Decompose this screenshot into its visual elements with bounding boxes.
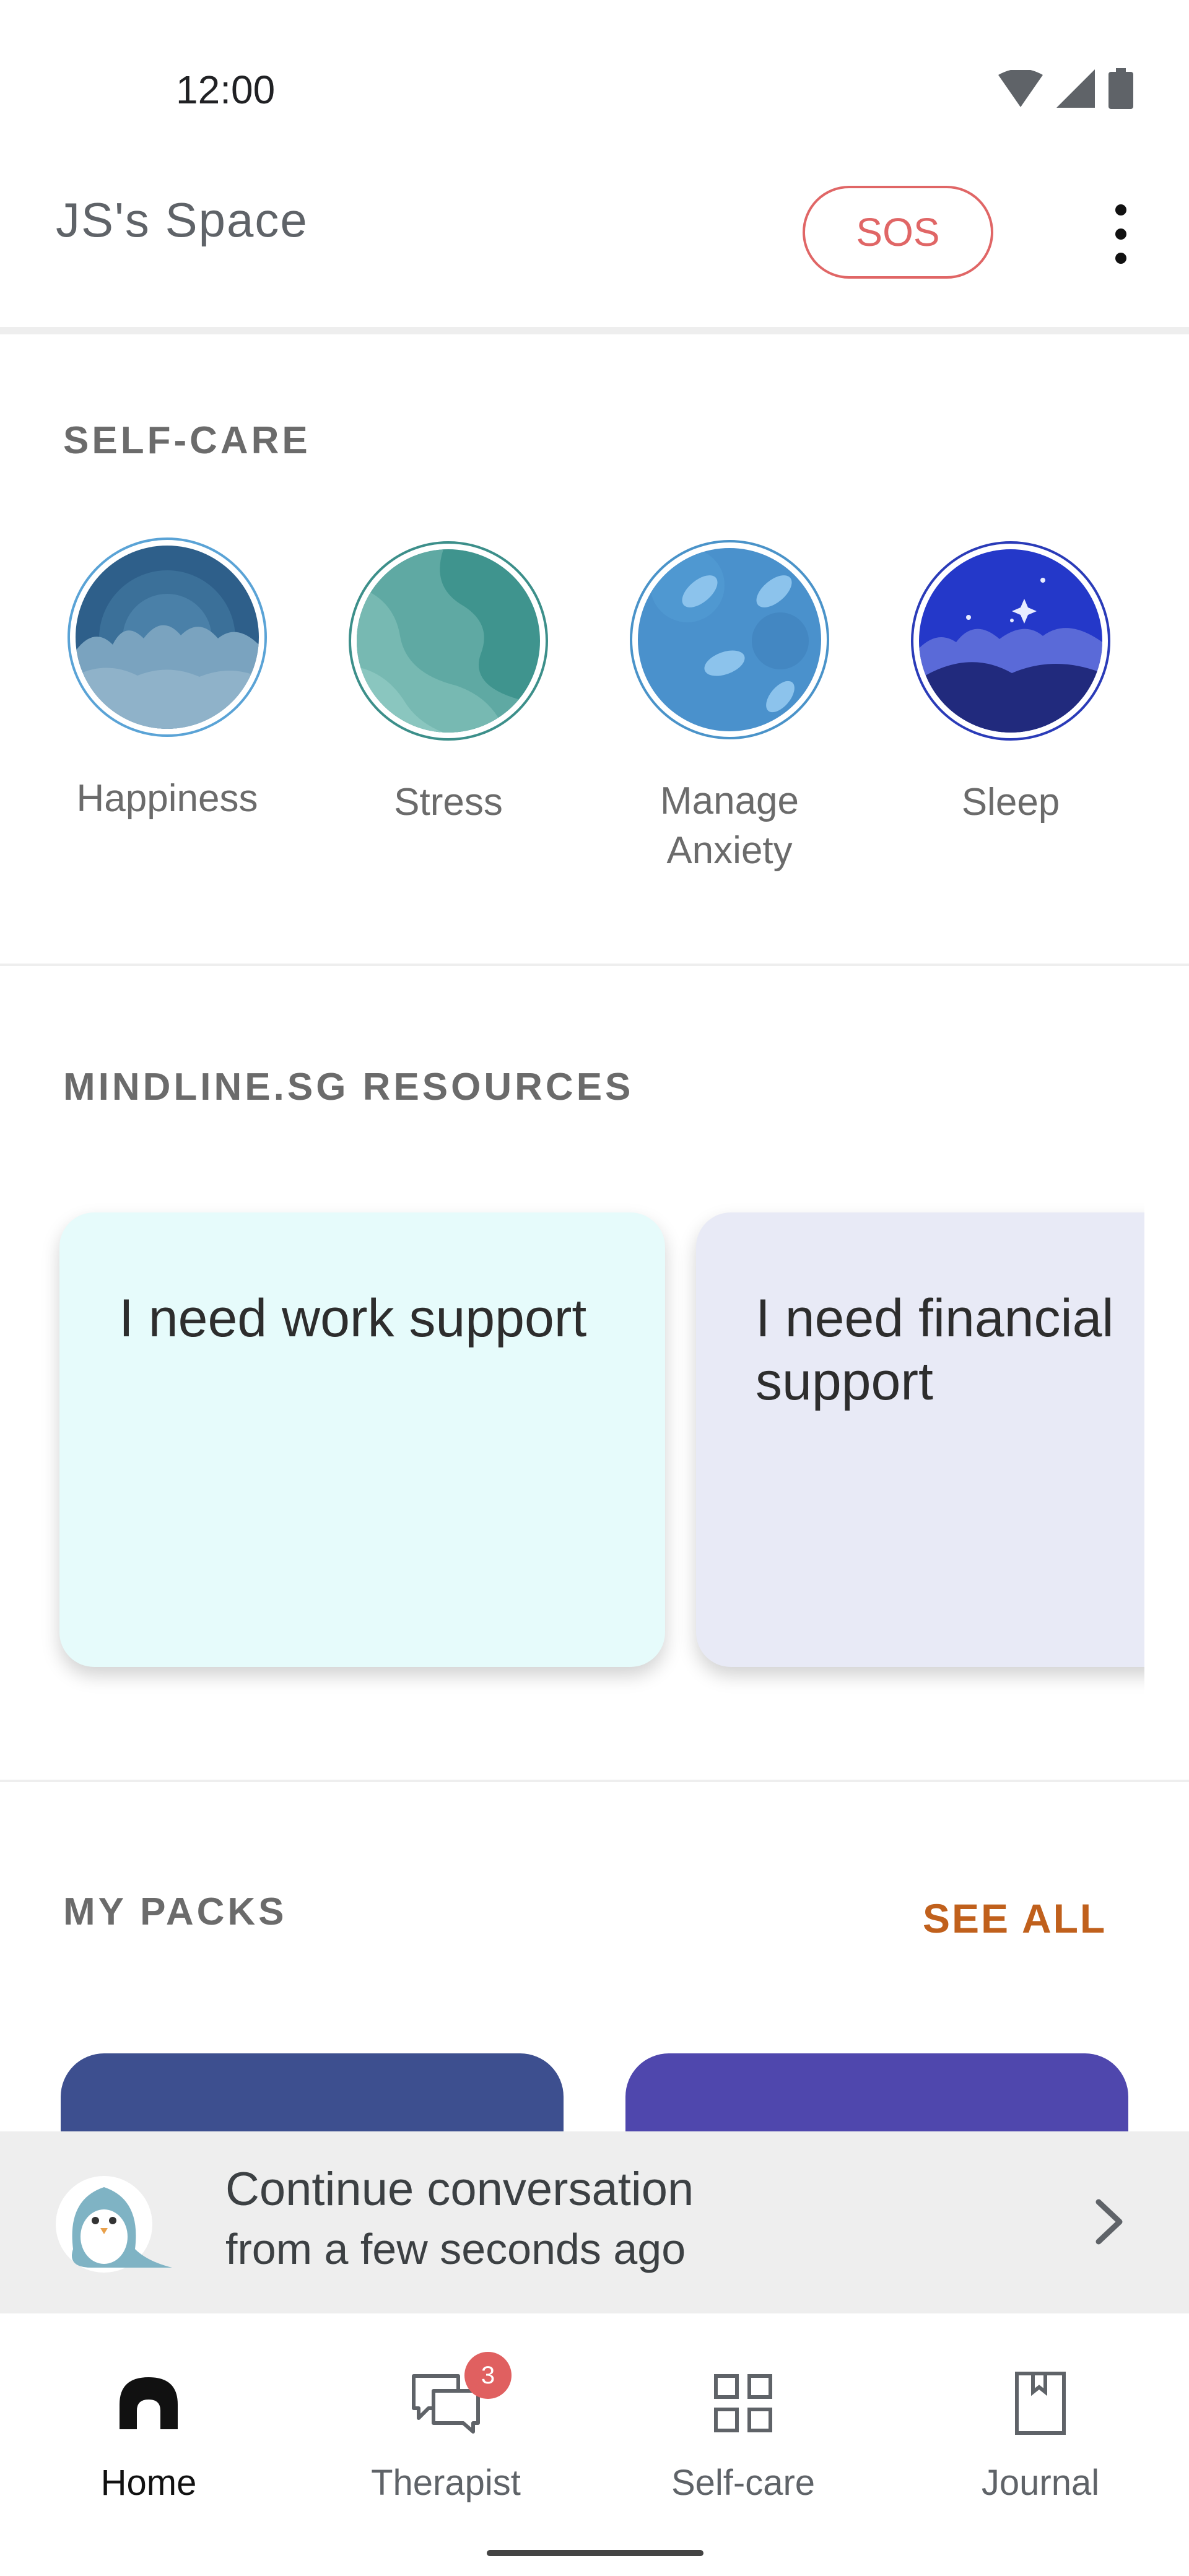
wifi-icon xyxy=(998,70,1043,107)
app-title: JS's Space xyxy=(56,193,308,247)
chevron-right-icon xyxy=(1091,2197,1128,2250)
notification-badge: 3 xyxy=(464,2352,512,2399)
resource-card-title: I need work support xyxy=(119,1289,587,1348)
sleep-icon xyxy=(911,541,1110,741)
resource-card-financial[interactable]: I need financial support xyxy=(696,1212,1144,1667)
packs-header: MY PACKS xyxy=(63,1891,287,1933)
resources-header: MINDLINE.SG RESOURCES xyxy=(63,1066,634,1108)
selfcare-item-stress[interactable]: Stress xyxy=(337,541,560,827)
status-icons xyxy=(998,68,1133,109)
nav-item-journal[interactable]: Journal xyxy=(910,2363,1170,2504)
continue-subtitle: from a few seconds ago xyxy=(225,2225,686,2273)
screen: 12:00 JS's Space SOS SELF-CARE Happiness… xyxy=(0,0,1189,2576)
status-time: 12:00 xyxy=(176,67,276,112)
more-options-icon[interactable] xyxy=(1102,204,1139,264)
nav-label: Journal xyxy=(981,2463,1100,2503)
nav-item-home[interactable]: Home xyxy=(19,2363,279,2504)
continue-title: Continue conversation xyxy=(225,2163,694,2216)
selfcare-label: Happiness xyxy=(76,777,258,820)
manage-anxiety-icon xyxy=(630,540,829,739)
nav-label: Therapist xyxy=(371,2463,521,2503)
nav-item-therapist[interactable]: 3 Therapist xyxy=(316,2352,576,2504)
selfcare-item-happiness[interactable]: Happiness xyxy=(56,537,279,824)
section-divider xyxy=(0,1780,1189,1782)
app-bar: JS's Space SOS xyxy=(0,180,1189,334)
penguin-avatar-icon xyxy=(54,2175,178,2277)
stress-icon xyxy=(349,541,548,741)
self-care-header: SELF-CARE xyxy=(63,419,311,462)
resource-card-title: I need financial support xyxy=(756,1289,1114,1411)
section-divider xyxy=(0,964,1189,966)
bottom-navigation: Home 3 Therapist Self-care Journal xyxy=(0,2313,1189,2576)
signal-icon xyxy=(1056,69,1095,108)
continue-conversation-banner[interactable]: Continue conversation from a few seconds… xyxy=(0,2131,1189,2313)
selfcare-item-sleep[interactable]: Sleep xyxy=(899,541,1122,827)
chat-icon: 3 xyxy=(316,2352,576,2443)
resource-card-work[interactable]: I need work support xyxy=(59,1212,665,1667)
see-all-link[interactable]: SEE ALL xyxy=(923,1895,1107,1942)
grid-icon xyxy=(613,2363,873,2443)
selfcare-label: Manage Anxiety xyxy=(660,780,799,872)
status-bar: 12:00 xyxy=(0,0,1189,180)
resources-carousel[interactable]: I need work support I need financial sup… xyxy=(0,1177,1144,1721)
sos-button[interactable]: SOS xyxy=(803,186,993,279)
selfcare-label: Sleep xyxy=(961,781,1060,824)
nav-label: Self-care xyxy=(671,2463,816,2503)
nav-label: Home xyxy=(100,2463,197,2503)
journal-icon xyxy=(910,2363,1170,2443)
nav-item-self-care[interactable]: Self-care xyxy=(613,2363,873,2504)
selfcare-label: Stress xyxy=(394,781,503,824)
happiness-icon xyxy=(68,537,267,737)
home-indicator[interactable] xyxy=(487,2550,703,2556)
home-icon xyxy=(19,2363,279,2443)
battery-icon xyxy=(1108,68,1133,109)
selfcare-item-manage-anxiety[interactable]: Manage Anxiety xyxy=(618,540,841,876)
